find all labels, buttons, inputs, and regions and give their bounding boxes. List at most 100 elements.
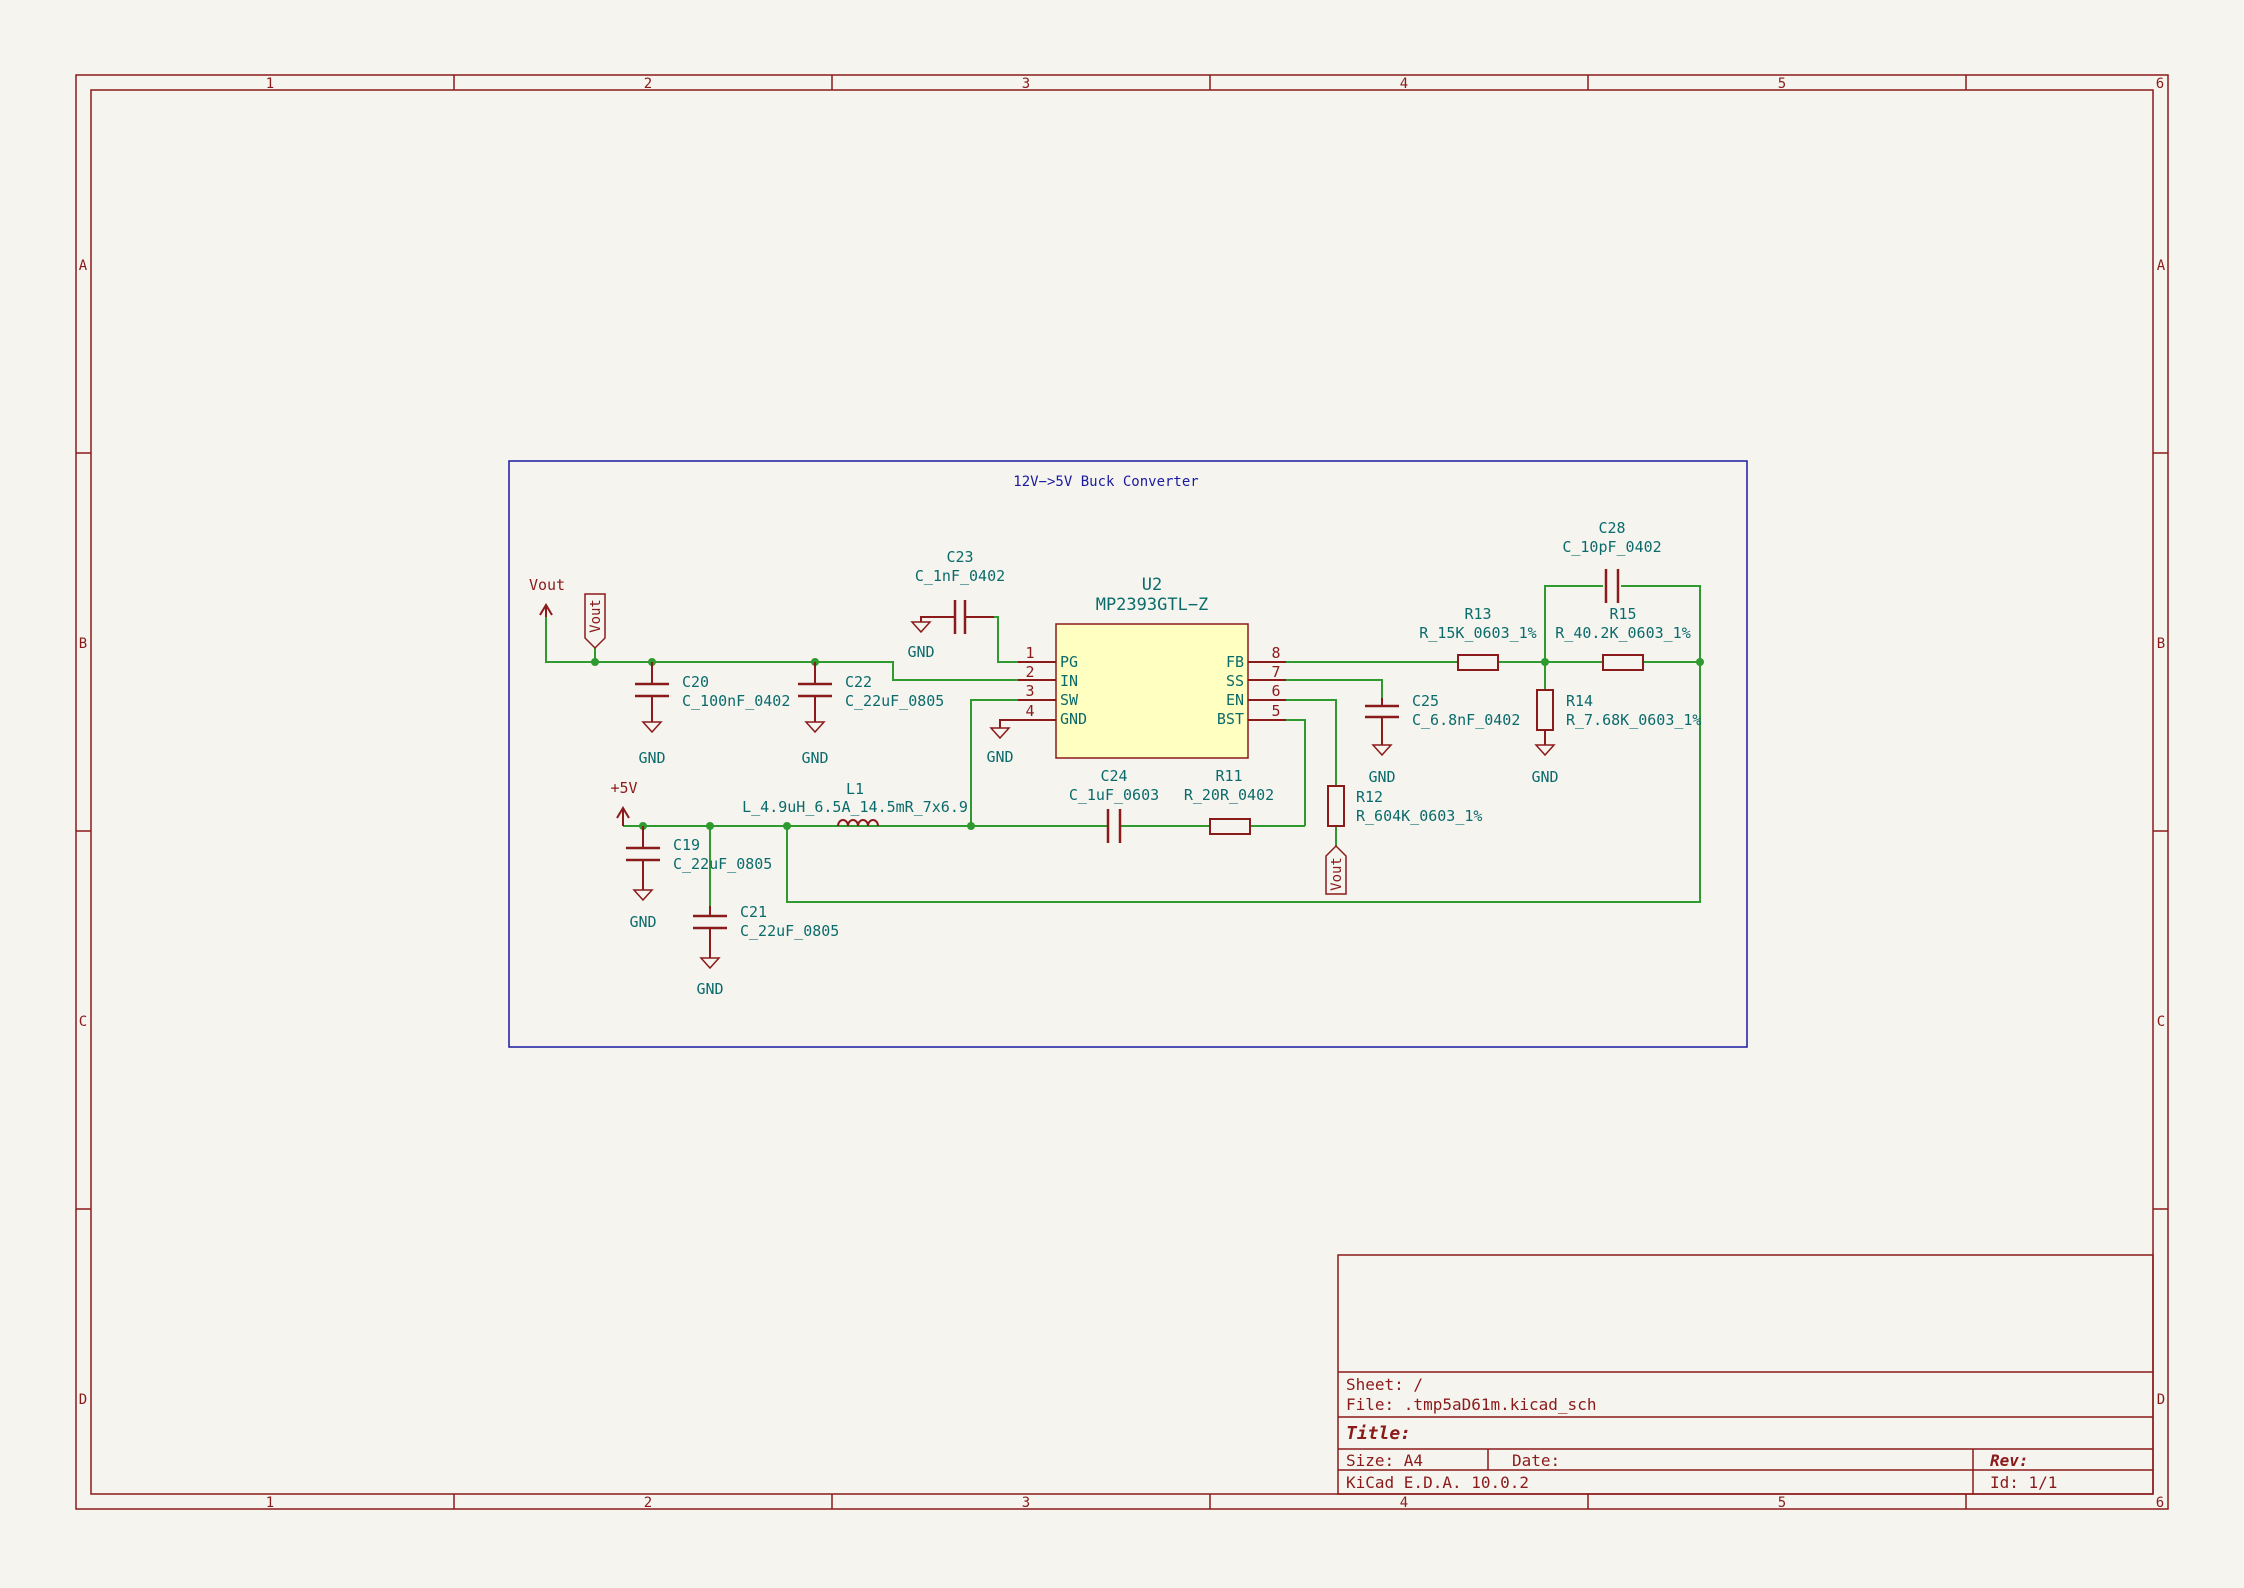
c22-value: C_22uF_0805: [845, 692, 944, 710]
block-title: 12V−>5V Buck Converter: [1013, 474, 1198, 490]
c20-value: C_100nF_0402: [682, 692, 790, 710]
r14-ref: R14: [1566, 692, 1593, 710]
tb-date: Date:: [1512, 1451, 1560, 1470]
gnd-label-u2: GND: [986, 748, 1013, 766]
c25-value: C_6.8nF_0402: [1412, 711, 1520, 729]
c23-value: C_1nF_0402: [915, 567, 1005, 585]
col-label-top-6: 6: [2156, 76, 2164, 92]
vout-label-top-text: Vout: [588, 599, 604, 633]
c23-ref: C23: [946, 548, 973, 566]
ic-u2[interactable]: U2 MP2393GTL−Z 1 2 3 4 PG IN SW GND 8 7 …: [1018, 575, 1286, 759]
row-label-right-A: A: [2157, 258, 2166, 274]
cap-c21[interactable]: C21 C_22uF_0805 GND: [693, 903, 839, 998]
row-label-right-C: C: [2157, 1014, 2165, 1030]
pin-name-ss: SS: [1226, 672, 1244, 690]
c22-ref: C22: [845, 673, 872, 691]
pin-num-7: 7: [1271, 663, 1280, 681]
pin-name-fb: FB: [1226, 653, 1244, 671]
resistor-r12[interactable]: R12 R_604K_0603_1%: [1327, 785, 1482, 827]
pin-num-6: 6: [1271, 682, 1280, 700]
col-label-bottom-2: 2: [644, 1495, 652, 1511]
row-label-right-B: B: [2157, 636, 2165, 652]
gnd-label-c22: GND: [801, 749, 828, 767]
tb-id: Id: 1/1: [1990, 1473, 2057, 1492]
r15-value: R_40.2K_0603_1%: [1555, 624, 1690, 642]
gnd-label-c23: GND: [907, 643, 934, 661]
row-label-left-A: A: [79, 258, 88, 274]
pin-num-5: 5: [1271, 702, 1280, 720]
resistor-r11[interactable]: R11 R_20R_0402: [1184, 767, 1274, 835]
plus5v-power-symbol: +5V: [610, 779, 638, 826]
pin-name-gnd: GND: [1060, 710, 1087, 728]
ic-value: MP2393GTL−Z: [1096, 595, 1209, 615]
ic-body: [1055, 623, 1249, 759]
r13-value: R_15K_0603_1%: [1419, 624, 1536, 642]
row-label-left-D: D: [79, 1392, 87, 1408]
resistor-r13[interactable]: R13 R_15K_0603_1%: [1419, 605, 1537, 671]
gnd-u2: GND: [986, 719, 1018, 766]
gnd-label-c20: GND: [638, 749, 665, 767]
tb-rev: Rev:: [1990, 1451, 2029, 1470]
col-label-top-4: 4: [1400, 76, 1408, 92]
c21-ref: C21: [740, 903, 767, 921]
col-label-top-2: 2: [644, 76, 652, 92]
col-label-bottom-6: 6: [2156, 1495, 2164, 1511]
cap-c25[interactable]: C25 C_6.8nF_0402 GND: [1365, 692, 1520, 786]
resistor-r15[interactable]: R15 R_40.2K_0603_1%: [1555, 605, 1691, 671]
col-label-top-5: 5: [1778, 76, 1786, 92]
vout-power-label: Vout: [529, 576, 565, 594]
c20-ref: C20: [682, 673, 709, 691]
c24-value: C_1uF_0603: [1069, 786, 1159, 804]
title-block: Sheet: / File: .tmp5aD61m.kicad_sch Titl…: [1337, 1254, 2154, 1495]
c21-value: C_22uF_0805: [740, 922, 839, 940]
col-label-top-1: 1: [266, 76, 274, 92]
col-label-top-3: 3: [1022, 76, 1030, 92]
l1-ref: L1: [846, 780, 864, 798]
pin-num-8: 8: [1271, 644, 1280, 662]
schematic-sheet: 1 2 3 4 5 6 1 2 3 4 5 6 A B C D A B C D …: [75, 74, 2169, 1511]
inductor-l1[interactable]: L1 L_4.9uH_6.5A_14.5mR_7x6.9: [742, 780, 968, 827]
r13-ref: R13: [1464, 605, 1491, 623]
r12-value: R_604K_0603_1%: [1356, 807, 1482, 825]
gnd-label-r14: GND: [1531, 768, 1558, 786]
r15-ref: R15: [1609, 605, 1636, 623]
gnd-label-c21: GND: [696, 980, 723, 998]
l1-value: L_4.9uH_6.5A_14.5mR_7x6.9: [742, 798, 968, 816]
gnd-c23: GND: [907, 616, 935, 661]
ic-ref: U2: [1142, 575, 1162, 595]
row-label-left-C: C: [79, 1014, 87, 1030]
c28-ref: C28: [1598, 519, 1625, 537]
plus5v-label: +5V: [610, 779, 637, 797]
tb-file: File: .tmp5aD61m.kicad_sch: [1346, 1395, 1596, 1414]
tb-sheet: Sheet: /: [1346, 1375, 1423, 1394]
col-label-bottom-5: 5: [1778, 1495, 1786, 1511]
resistor-r14[interactable]: R14 R_7.68K_0603_1% GND: [1531, 689, 1701, 786]
row-label-left-B: B: [79, 636, 87, 652]
cap-c20[interactable]: C20 C_100nF_0402 GND: [635, 662, 790, 767]
cap-c23[interactable]: C23 C_1nF_0402: [915, 548, 1005, 634]
cap-c22[interactable]: C22 C_22uF_0805 GND: [798, 662, 944, 767]
vout-label-bottom-text: Vout: [1329, 857, 1345, 891]
pin-num-4: 4: [1025, 702, 1034, 720]
pin-name-sw: SW: [1060, 691, 1079, 709]
pin-num-1: 1: [1025, 644, 1034, 662]
cap-c28[interactable]: C28 C_10pF_0402: [1562, 519, 1662, 603]
vout-global-label-top[interactable]: Vout: [584, 593, 606, 662]
r12-ref: R12: [1356, 788, 1383, 806]
r11-ref: R11: [1215, 767, 1242, 785]
r11-value: R_20R_0402: [1184, 786, 1274, 804]
gnd-label-c25: GND: [1368, 768, 1395, 786]
tb-size: Size: A4: [1346, 1451, 1423, 1470]
col-label-bottom-4: 4: [1400, 1495, 1408, 1511]
vout-power-symbol: Vout: [529, 576, 565, 617]
r14-value: R_7.68K_0603_1%: [1566, 711, 1701, 729]
pin-name-in: IN: [1060, 672, 1078, 690]
vout-global-label-bottom[interactable]: Vout: [1325, 844, 1347, 895]
pin-name-en: EN: [1226, 691, 1244, 709]
cap-c24[interactable]: C24 C_1uF_0603: [1069, 767, 1159, 843]
pin-num-3: 3: [1025, 682, 1034, 700]
col-label-bottom-1: 1: [266, 1495, 274, 1511]
c19-value: C_22uF_0805: [673, 855, 772, 873]
c25-ref: C25: [1412, 692, 1439, 710]
gnd-label-c19: GND: [629, 913, 656, 931]
